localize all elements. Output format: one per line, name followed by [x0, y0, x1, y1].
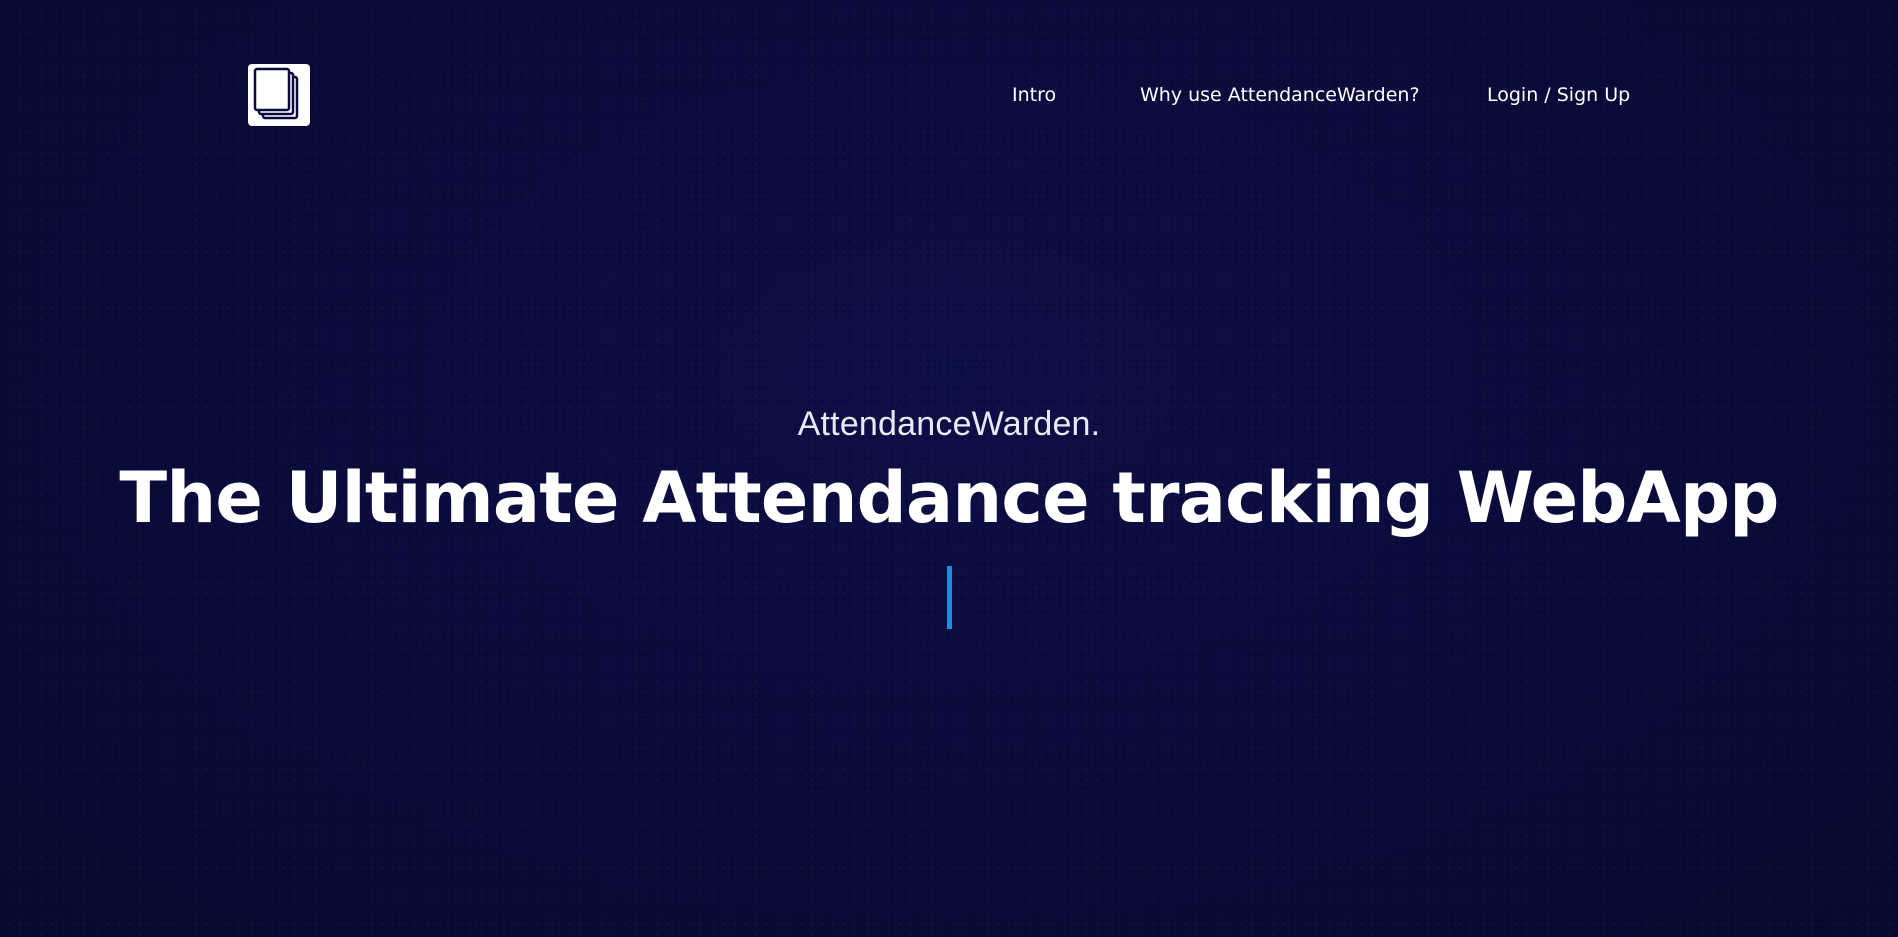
nav-link-why-use[interactable]: Why use AttendanceWarden?: [1140, 82, 1420, 108]
logo-link[interactable]: [248, 64, 310, 126]
hero-title: The Ultimate Attendance tracking WebApp: [119, 457, 1779, 539]
text-cursor-bar: [947, 566, 952, 629]
hero-brand-name: AttendanceWarden.: [797, 405, 1101, 443]
nav-link-login-signup[interactable]: Login / Sign Up: [1487, 82, 1630, 108]
nav-link-intro[interactable]: Intro: [1012, 82, 1056, 108]
stacked-pages-icon: [253, 67, 299, 120]
